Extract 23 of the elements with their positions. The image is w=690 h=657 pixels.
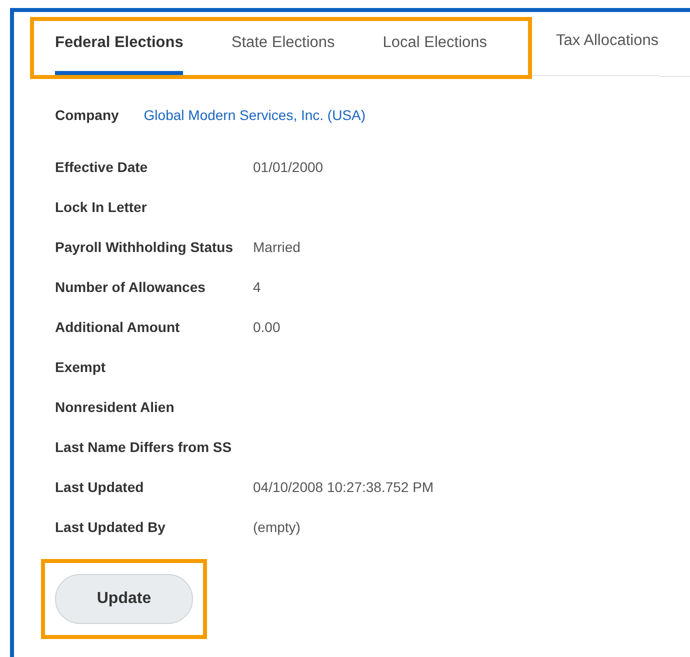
field-label: Additional Amount xyxy=(55,319,181,335)
field-label: Last Name Differs from SS xyxy=(55,439,233,455)
field-label: Last Updated xyxy=(55,479,145,495)
field-label: Number of Allowances xyxy=(55,279,206,295)
tab[interactable]: Federal Elections xyxy=(55,21,184,75)
tab[interactable]: Tax Allocations xyxy=(556,17,659,75)
field-value: 01/01/2000 xyxy=(253,159,324,175)
field-label: Payroll Withholding Status xyxy=(55,239,234,255)
field-label: Nonresident Alien xyxy=(55,399,176,415)
field-label: Company xyxy=(55,107,119,123)
update-button[interactable]: Update xyxy=(55,574,193,624)
field-label: Exempt xyxy=(55,359,107,375)
company-link[interactable]: Global Modern Services, Inc. (USA) xyxy=(144,107,366,123)
tab[interactable]: State Elections xyxy=(231,21,335,75)
field-value: 4 xyxy=(253,279,261,295)
field-value: (empty) xyxy=(253,519,300,535)
tab[interactable]: Local Elections xyxy=(382,21,488,75)
field-label: Last Updated By xyxy=(55,519,166,535)
field-label: Effective Date xyxy=(55,159,149,175)
field-value: Married xyxy=(253,239,300,255)
field-value: 0.00 xyxy=(253,319,280,335)
field-value: 04/10/2008 10:27:38.752 PM xyxy=(253,479,434,495)
field-label: Lock In Letter xyxy=(55,199,148,215)
